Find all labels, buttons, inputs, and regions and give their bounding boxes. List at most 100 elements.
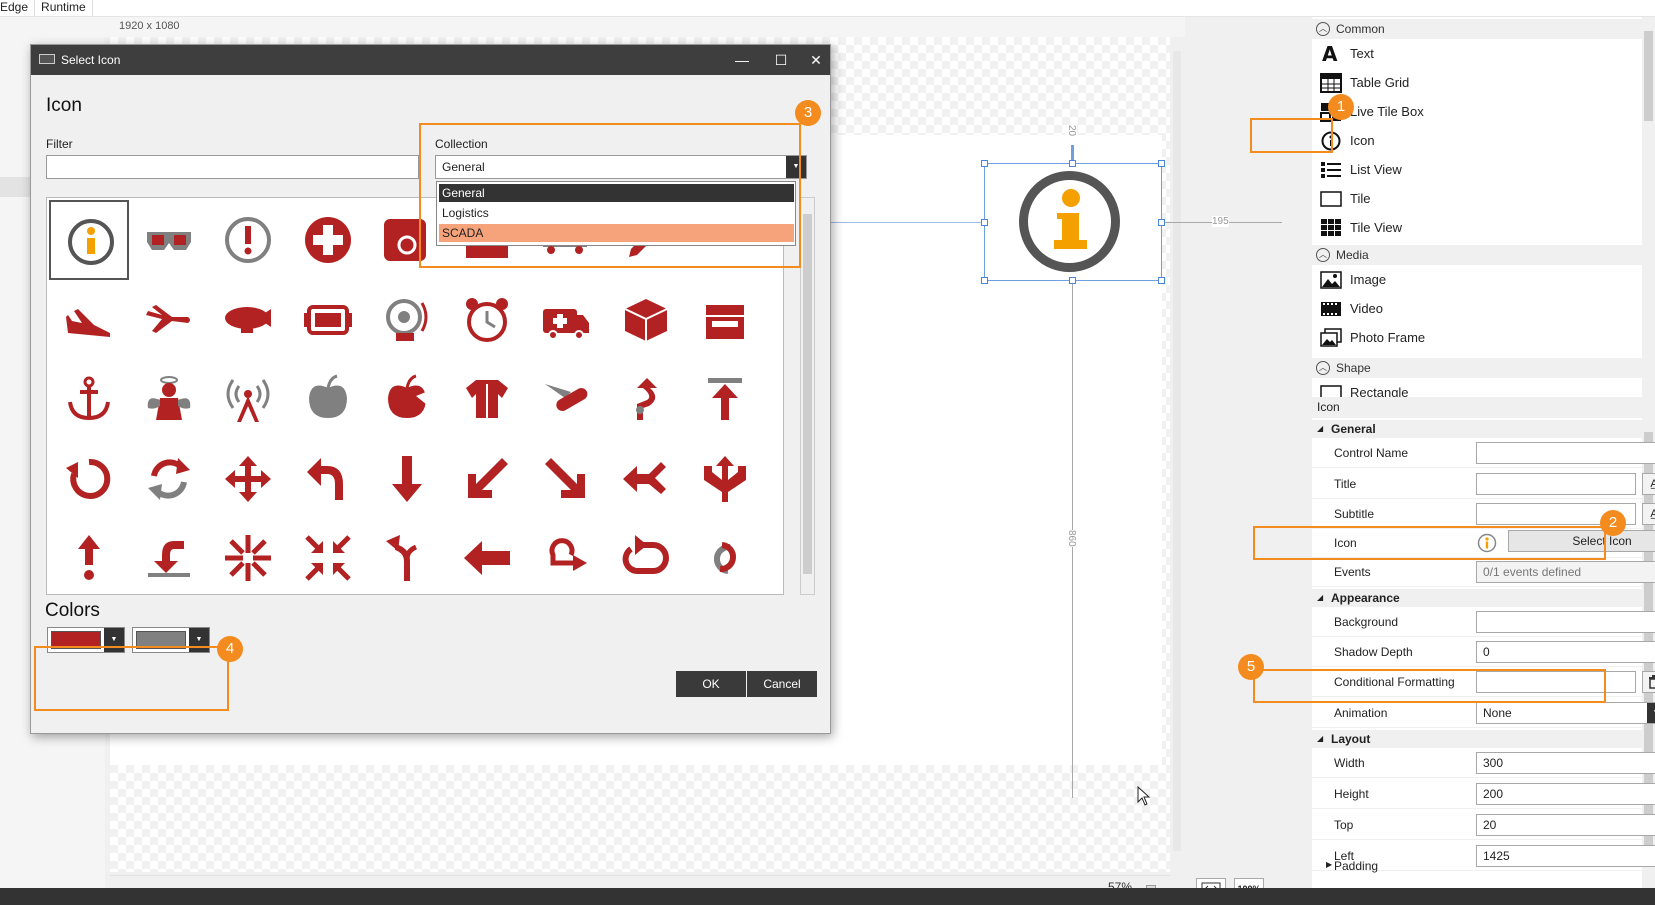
icon-option[interactable]: [129, 518, 209, 594]
icon-option[interactable]: [526, 359, 606, 439]
ok-button[interactable]: OK: [676, 671, 746, 697]
scroll-thumb[interactable]: [1173, 51, 1181, 851]
icon-option[interactable]: [606, 280, 686, 360]
resize-handle[interactable]: [1158, 219, 1165, 226]
toolbox-item-tile[interactable]: Tile: [1320, 186, 1620, 212]
menu-edge[interactable]: Edge: [0, 0, 36, 16]
battery-icon: [303, 304, 352, 335]
icon-option[interactable]: [685, 439, 765, 519]
icon-option[interactable]: [288, 359, 368, 439]
icon-option[interactable]: [49, 200, 129, 280]
toolbox-item-tile-view[interactable]: Tile View: [1320, 215, 1620, 241]
icon-option[interactable]: [606, 439, 686, 519]
section-appearance[interactable]: ◢ Appearance: [1312, 589, 1642, 607]
toolbox-item-text[interactable]: A Text: [1320, 41, 1620, 67]
toolbox-item-live-tile-box[interactable]: Live Tile Box: [1320, 99, 1620, 125]
scroll-thumb[interactable]: [803, 214, 812, 574]
section-general[interactable]: ◢ General: [1312, 420, 1642, 438]
resize-handle[interactable]: [981, 277, 988, 284]
icon-option[interactable]: [208, 439, 288, 519]
dialog-titlebar[interactable]: Select Icon — ☐ ✕: [31, 45, 830, 75]
resize-handle[interactable]: [1069, 160, 1076, 167]
guide-line-top: [1071, 145, 1074, 161]
title-input[interactable]: [1476, 473, 1636, 495]
control-name-input[interactable]: [1476, 442, 1655, 464]
icon-option[interactable]: [447, 359, 527, 439]
icon-option[interactable]: [526, 280, 606, 360]
cancel-button[interactable]: Cancel: [747, 671, 817, 697]
icon-option[interactable]: [129, 439, 209, 519]
localize-button[interactable]: A̲: [1642, 503, 1655, 525]
toolbox-item-table-grid[interactable]: Table Grid: [1320, 70, 1620, 96]
icon-option[interactable]: [129, 200, 209, 280]
icon-option[interactable]: [447, 439, 527, 519]
icon-option[interactable]: [208, 359, 288, 439]
background-select[interactable]: ▼: [1476, 611, 1655, 633]
arrow-fork-icon: [386, 535, 418, 581]
icon-option[interactable]: [526, 518, 606, 594]
toolbox-item-rectangle[interactable]: Rectangle: [1320, 380, 1620, 397]
toolbox-section-common[interactable]: ︿ Common: [1312, 19, 1642, 39]
canvas-horizontal-scrollbar[interactable]: [110, 875, 1170, 889]
canvas-vertical-scrollbar[interactable]: [1170, 37, 1184, 872]
delete-button[interactable]: [1642, 671, 1655, 693]
icon-option[interactable]: [526, 439, 606, 519]
animation-select[interactable]: None▼: [1476, 702, 1655, 724]
toolbox-section-media[interactable]: ︿ Media: [1312, 245, 1642, 265]
icon-option[interactable]: [208, 518, 288, 594]
minimize-button[interactable]: —: [727, 49, 757, 71]
toolbox-section-shape[interactable]: ︿ Shape: [1312, 358, 1642, 378]
toolbox-scrollbar[interactable]: [1642, 17, 1655, 397]
text-icon: A: [1322, 44, 1338, 64]
icon-option[interactable]: [49, 518, 129, 594]
icon-option[interactable]: [288, 280, 368, 360]
toolbox-item-video[interactable]: Video: [1320, 296, 1620, 322]
shadow-depth-input[interactable]: 0: [1476, 641, 1655, 663]
icon-option[interactable]: [208, 200, 288, 280]
prop-padding[interactable]: ▶ Padding: [1312, 856, 1642, 878]
resize-handle[interactable]: [1158, 160, 1165, 167]
icon-option[interactable]: [367, 280, 447, 360]
maximize-button[interactable]: ☐: [766, 49, 796, 71]
icon-option[interactable]: [367, 359, 447, 439]
icon-option[interactable]: [288, 200, 368, 280]
width-input[interactable]: 300: [1476, 752, 1655, 774]
resize-handle[interactable]: [1158, 277, 1165, 284]
height-input[interactable]: 200: [1476, 783, 1655, 805]
icon-option[interactable]: [49, 359, 129, 439]
events-field[interactable]: 0/1 events defined: [1476, 561, 1655, 583]
menu-runtime[interactable]: Runtime: [35, 0, 93, 16]
icon-option[interactable]: [49, 439, 129, 519]
icon-option[interactable]: [447, 518, 527, 594]
scroll-thumb[interactable]: [1644, 31, 1653, 121]
icon-option[interactable]: [606, 359, 686, 439]
toolbox-item-image[interactable]: Image: [1320, 267, 1620, 293]
icon-option[interactable]: [685, 518, 765, 594]
icon-grid-scrollbar[interactable]: [800, 197, 815, 595]
icon-option[interactable]: [685, 280, 765, 360]
icon-option[interactable]: [129, 359, 209, 439]
toolbox-item-icon[interactable]: Icon: [1320, 128, 1620, 154]
icon-option[interactable]: [447, 280, 527, 360]
icon-option[interactable]: [288, 518, 368, 594]
top-input[interactable]: 20: [1476, 814, 1655, 836]
section-layout[interactable]: ◢ Layout: [1312, 730, 1642, 748]
localize-button[interactable]: A̲: [1642, 473, 1655, 495]
icon-option[interactable]: [685, 359, 765, 439]
icon-option[interactable]: [129, 280, 209, 360]
filter-input[interactable]: [46, 155, 419, 179]
close-button[interactable]: ✕: [801, 49, 831, 71]
toolbox-item-photo-frame[interactable]: Photo Frame: [1320, 325, 1620, 351]
icon-option[interactable]: [288, 439, 368, 519]
resize-handle[interactable]: [1069, 277, 1076, 284]
resize-handle[interactable]: [981, 219, 988, 226]
icon-option[interactable]: [49, 280, 129, 360]
icon-option[interactable]: [208, 280, 288, 360]
toolbox-item-list-view[interactable]: List View: [1320, 157, 1620, 183]
sync-icon: [147, 457, 190, 500]
icon-option[interactable]: [367, 518, 447, 594]
icon-option[interactable]: [606, 518, 686, 594]
properties-title: Icon: [1312, 400, 1655, 418]
icon-option[interactable]: [367, 439, 447, 519]
resize-handle[interactable]: [981, 160, 988, 167]
